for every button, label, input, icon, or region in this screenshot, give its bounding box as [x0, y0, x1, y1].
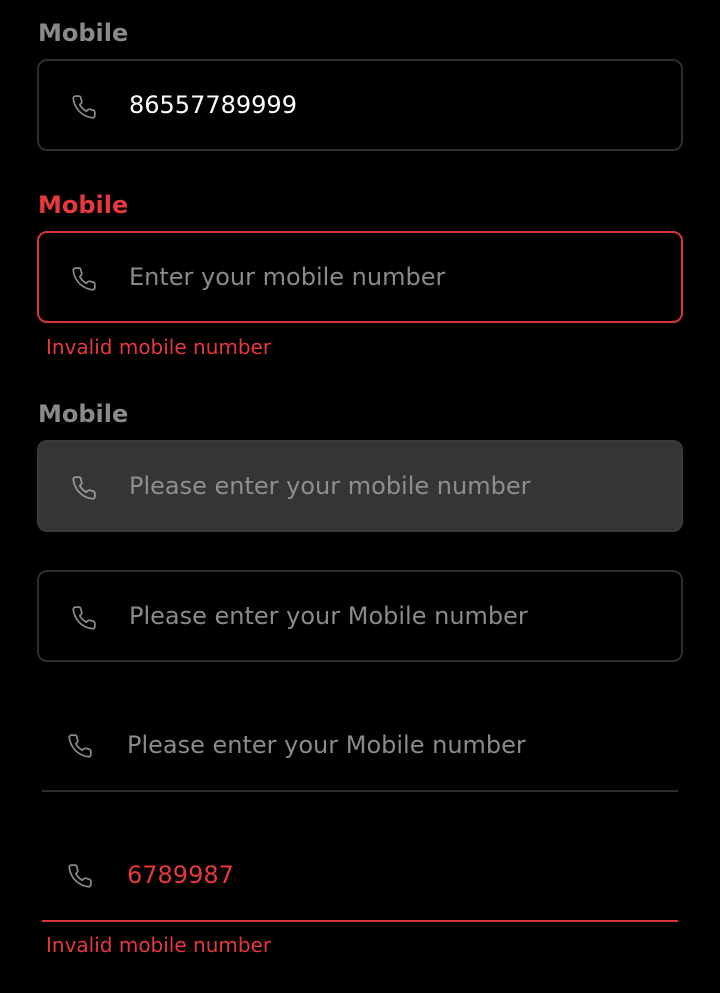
mobile-input-disabled [129, 442, 661, 530]
mobile-field-outlined[interactable] [37, 570, 683, 662]
error-message: Invalid mobile number [46, 335, 272, 359]
mobile-input[interactable] [127, 830, 658, 920]
phone-icon [72, 476, 96, 500]
mobile-field-error[interactable] [37, 231, 683, 323]
mobile-input[interactable] [129, 572, 661, 660]
phone-icon [68, 734, 92, 758]
mobile-field-disabled [37, 440, 683, 532]
error-message: Invalid mobile number [46, 933, 272, 957]
mobile-label: Mobile [38, 19, 129, 47]
mobile-label-disabled: Mobile [38, 400, 129, 428]
mobile-field-filled[interactable] [37, 59, 683, 151]
phone-icon [72, 95, 96, 119]
mobile-label-error: Mobile [38, 191, 129, 219]
mobile-field-underline[interactable] [42, 700, 678, 792]
phone-icon [72, 267, 96, 291]
phone-icon [72, 606, 96, 630]
mobile-input[interactable] [127, 700, 658, 790]
mobile-input[interactable] [129, 61, 661, 149]
mobile-input[interactable] [129, 233, 661, 321]
phone-icon [68, 864, 92, 888]
mobile-field-underline-error[interactable] [42, 830, 678, 922]
